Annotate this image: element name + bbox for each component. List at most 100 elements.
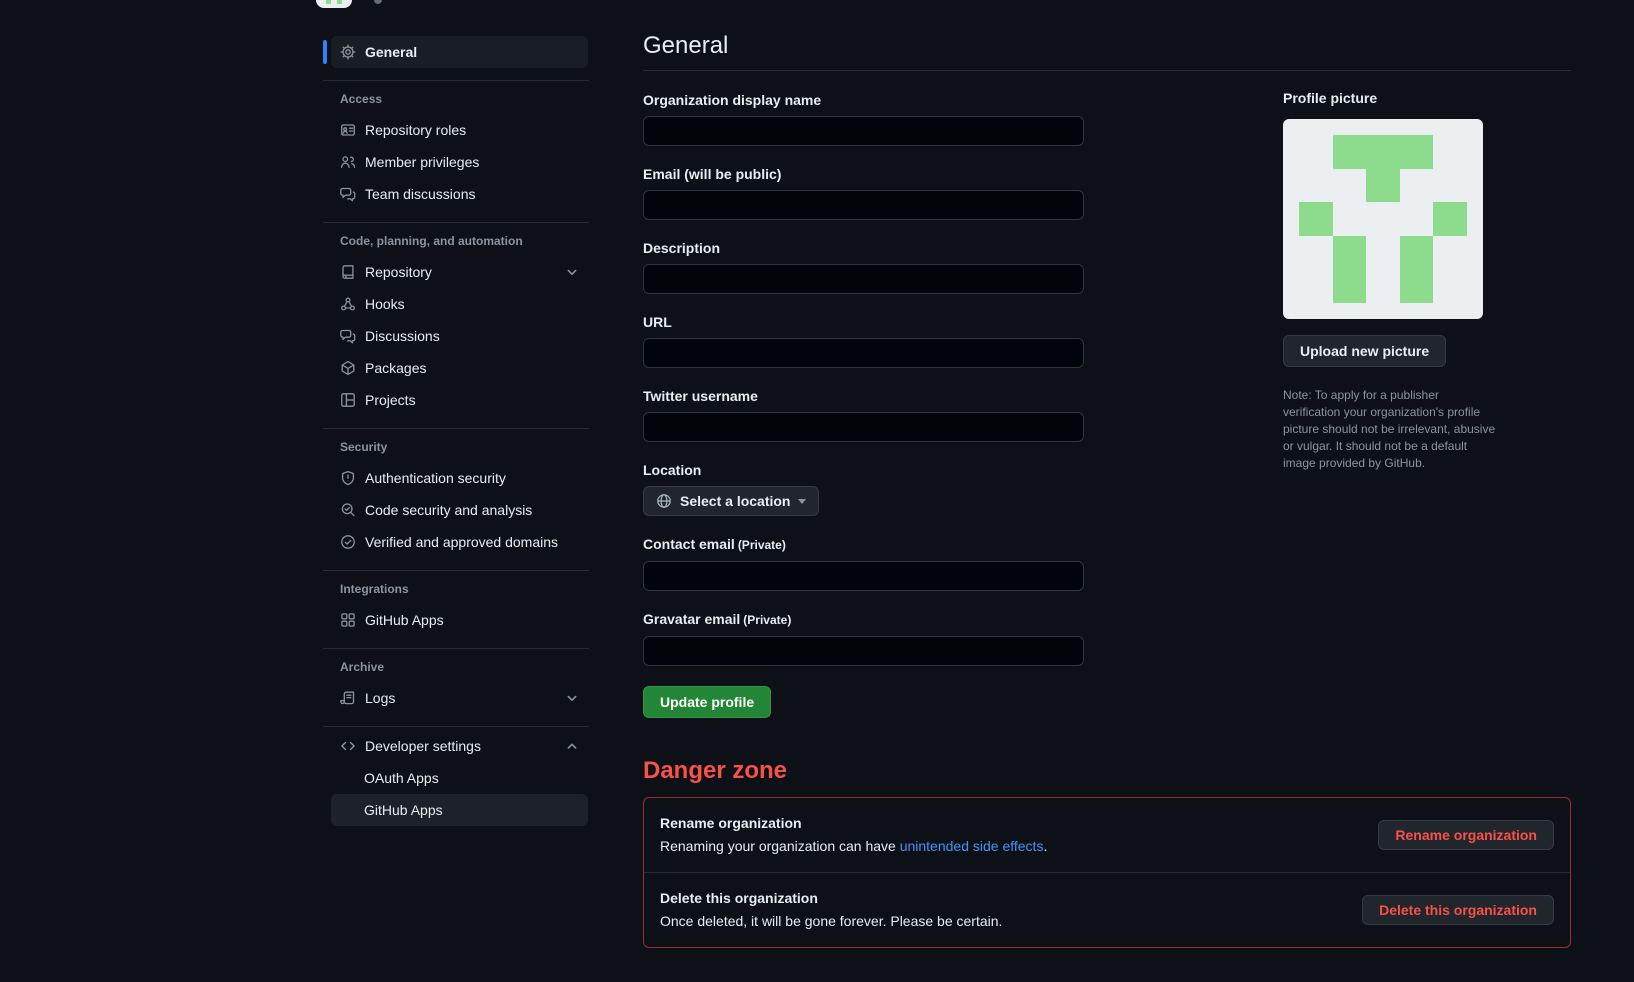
danger-row-text: Rename organization Renaming your organi…: [660, 813, 1047, 857]
label-text: Contact email: [643, 536, 735, 552]
divider: [323, 726, 589, 727]
sidebar-item-label: Repository roles: [365, 122, 466, 138]
org-display-name-label: Organization display name: [643, 92, 1084, 109]
profile-picture-note: Note: To apply for a publisher verificat…: [1283, 387, 1499, 472]
organization-display-name-input[interactable]: [643, 116, 1084, 146]
gear-icon: [340, 44, 356, 60]
sidebar-item-repository-roles[interactable]: Repository roles: [331, 114, 588, 146]
sidebar-item-label: GitHub Apps: [365, 612, 444, 628]
shield-icon: [340, 470, 356, 486]
sidebar-item-general[interactable]: General: [331, 36, 588, 68]
sidebar-item-discussions[interactable]: Discussions: [331, 320, 588, 352]
contact-email-label: Contact email(Private): [643, 536, 1084, 554]
code-icon: [340, 738, 356, 754]
sidebar-item-label: Authentication security: [365, 470, 506, 486]
sidebar-item-authentication-security[interactable]: Authentication security: [331, 462, 588, 494]
sidebar-item-repository[interactable]: Repository: [331, 256, 588, 288]
chevron-down-icon: [564, 690, 580, 706]
sidebar-section-security: Security: [323, 432, 589, 462]
sidebar-item-code-security[interactable]: Code security and analysis: [331, 494, 588, 526]
sidebar-item-label: Verified and approved domains: [365, 534, 558, 550]
verified-icon: [340, 534, 356, 550]
email-label: Email (will be public): [643, 166, 1084, 183]
sidebar-section-access: Access: [323, 84, 589, 114]
sidebar-item-oauth-apps[interactable]: OAuth Apps: [331, 762, 588, 794]
sidebar-item-developer-settings[interactable]: Developer settings: [331, 730, 588, 762]
divider: [323, 570, 589, 571]
danger-row-title: Delete this organization: [660, 888, 1002, 908]
description-label: Description: [643, 240, 1084, 257]
table-icon: [340, 392, 356, 408]
sidebar-item-label: OAuth Apps: [364, 770, 439, 786]
form-group: URL: [643, 314, 1084, 368]
sidebar-section-code-planning: Code, planning, and automation: [323, 226, 589, 256]
sidebar-item-projects[interactable]: Projects: [331, 384, 588, 416]
rename-organization-button[interactable]: Rename organization: [1378, 820, 1554, 850]
danger-zone-box: Rename organization Renaming your organi…: [643, 797, 1571, 948]
twitter-username-input[interactable]: [643, 412, 1084, 442]
sidebar-item-team-discussions[interactable]: Team discussions: [331, 178, 588, 210]
divider: [323, 428, 589, 429]
form-group: Twitter username: [643, 388, 1084, 442]
unintended-side-effects-link[interactable]: unintended side effects: [900, 838, 1044, 854]
page-title: General: [643, 31, 1571, 61]
upload-new-picture-button[interactable]: Upload new picture: [1283, 335, 1446, 367]
location-select-button[interactable]: Select a location: [643, 486, 819, 516]
email-input[interactable]: [643, 190, 1084, 220]
sidebar-item-verified-domains[interactable]: Verified and approved domains: [331, 526, 588, 558]
divider: [643, 70, 1571, 71]
sidebar-item-label: Code security and analysis: [365, 502, 532, 518]
sidebar-item-hooks[interactable]: Hooks: [331, 288, 588, 320]
divider: [323, 648, 589, 649]
update-profile-button[interactable]: Update profile: [643, 686, 771, 718]
codescan-icon: [340, 502, 356, 518]
sidebar-item-member-privileges[interactable]: Member privileges: [331, 146, 588, 178]
org-avatar: [1283, 119, 1483, 319]
danger-zone-heading: Danger zone: [643, 756, 1571, 785]
package-icon: [340, 360, 356, 376]
sidebar-item-label: Member privileges: [365, 154, 479, 170]
sidebar-item-github-apps[interactable]: GitHub Apps: [331, 604, 588, 636]
dropdown-caret-icon: [798, 499, 806, 504]
sidebar-item-label: Discussions: [365, 328, 440, 344]
log-icon: [340, 690, 356, 706]
chevron-up-icon: [564, 738, 580, 754]
url-label: URL: [643, 314, 1084, 331]
description-input[interactable]: [643, 264, 1084, 294]
contact-email-input[interactable]: [643, 561, 1084, 591]
org-avatar-small: [316, 0, 352, 8]
gravatar-email-input[interactable]: [643, 636, 1084, 666]
divider: [323, 80, 589, 81]
divider: [323, 222, 589, 223]
delete-organization-button[interactable]: Delete this organization: [1362, 895, 1554, 925]
label-suffix: (Private): [743, 613, 791, 627]
people-icon: [340, 154, 356, 170]
sidebar-item-label: Repository: [365, 264, 432, 280]
description-text: .: [1043, 838, 1047, 854]
sidebar-item-logs[interactable]: Logs: [331, 682, 588, 714]
active-accent-bar: [323, 40, 327, 64]
danger-row-title: Rename organization: [660, 813, 1047, 833]
label-suffix: (Private): [738, 538, 786, 552]
settings-sidebar: General Access Repository roles Member p…: [323, 36, 589, 826]
url-input[interactable]: [643, 338, 1084, 368]
danger-row-text: Delete this organization Once deleted, i…: [660, 888, 1002, 932]
danger-row-delete: Delete this organization Once deleted, i…: [644, 872, 1570, 947]
sidebar-item-label: Logs: [365, 690, 395, 706]
sidebar-item-packages[interactable]: Packages: [331, 352, 588, 384]
sidebar-item-github-apps-developer[interactable]: GitHub Apps: [331, 794, 588, 826]
sidebar-item-label: General: [365, 44, 417, 60]
identicon-pattern: [1299, 135, 1467, 303]
sidebar-item-label: Projects: [365, 392, 416, 408]
description-text: Renaming your organization can have: [660, 838, 900, 854]
sidebar-item-label: Team discussions: [365, 186, 476, 202]
sidebar-item-label: Packages: [365, 360, 426, 376]
location-select-value: Select a location: [680, 493, 790, 509]
apps-icon: [340, 612, 356, 628]
sidebar-section-archive: Archive: [323, 652, 589, 682]
globe-icon: [656, 493, 672, 509]
label-text: Gravatar email: [643, 611, 740, 627]
form-group: Description: [643, 240, 1084, 294]
sidebar-item-label: Hooks: [365, 296, 405, 312]
form-group: Contact email(Private): [643, 536, 1084, 591]
